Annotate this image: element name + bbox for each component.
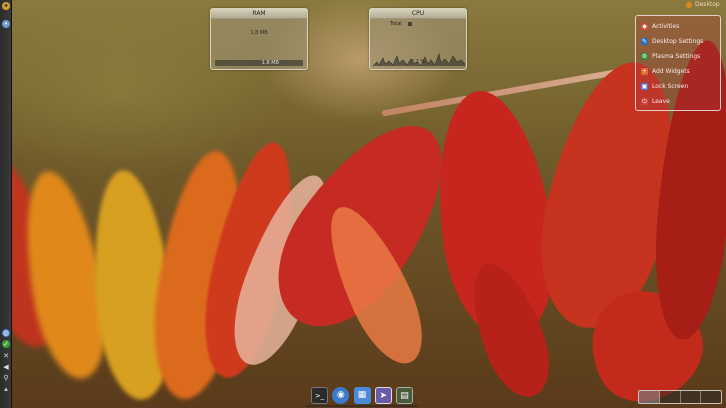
cpu-value: 8.1 %: [410, 59, 426, 65]
menu-item-leave[interactable]: ⏻ Leave: [636, 94, 720, 109]
ram-value: 1.8 MB: [250, 30, 268, 36]
pager-desktop-1[interactable]: [639, 391, 660, 403]
tools-icon[interactable]: ✕: [2, 352, 10, 360]
pager-desktop-3[interactable]: [681, 391, 702, 403]
menu-item-label: Lock Screen: [652, 83, 689, 90]
menu-item-activities[interactable]: ◆ Activities: [636, 19, 720, 34]
dock: >_ ◉ ▦ ➤ ▤: [306, 383, 418, 407]
desktop-label-text: Desktop: [695, 1, 720, 8]
activity-icon[interactable]: •: [2, 20, 10, 28]
menu-item-label: Add Widgets: [652, 68, 690, 75]
menu-item-label: Leave: [652, 98, 670, 105]
add-widgets-icon: +: [641, 68, 648, 75]
cpu-widget-title: CPU: [370, 9, 466, 19]
browser-icon[interactable]: ◉: [332, 386, 350, 404]
cpu-total-label: Total: [390, 21, 402, 27]
ram-bar: 1.8 MB: [215, 60, 303, 66]
system-monitor-icon[interactable]: ▤: [396, 386, 413, 404]
desktop-menu-widget: ◆ Activities ✎ Desktop Settings ⚙ Plasma…: [635, 15, 721, 111]
kde-menu-icon[interactable]: ✦: [2, 2, 10, 10]
terminal-icon[interactable]: >_: [311, 386, 328, 404]
desktop-toolbox-icon: [686, 1, 692, 8]
menu-item-label: Desktop Settings: [652, 38, 704, 45]
desktop-settings-icon: ✎: [641, 38, 648, 45]
menu-item-desktop-settings[interactable]: ✎ Desktop Settings: [636, 34, 720, 49]
cpu-total-row: Total: [370, 19, 466, 29]
menu-item-plasma-settings[interactable]: ⚙ Plasma Settings: [636, 49, 720, 64]
volume-icon[interactable]: ◀: [2, 363, 10, 371]
left-panel: ✦ • ◍ ✓ ✕ ◀ ⚲ ▴: [0, 0, 12, 408]
menu-item-add-widgets[interactable]: + Add Widgets: [636, 64, 720, 79]
file-manager-icon[interactable]: ▦: [353, 386, 371, 404]
power-icon[interactable]: ▴: [2, 385, 10, 393]
update-ok-icon[interactable]: ✓: [2, 340, 10, 348]
ram-bar-value: 1.8 MB: [261, 60, 279, 66]
activities-icon: ◆: [641, 23, 648, 30]
cpu-legend-swatch: [407, 22, 412, 26]
usb-icon[interactable]: ⚲: [2, 374, 10, 382]
menu-item-label: Activities: [652, 23, 680, 30]
dock-underline: [306, 405, 418, 407]
ram-widget-title: RAM: [211, 9, 307, 19]
virtual-desktop-pager: [638, 390, 722, 404]
pager-desktop-2[interactable]: [660, 391, 681, 403]
lock-icon: ▣: [641, 83, 648, 90]
menu-item-label: Plasma Settings: [652, 53, 701, 60]
leave-icon: ⏻: [641, 98, 648, 105]
desktop-wallpaper: [0, 0, 726, 408]
cursor-icon[interactable]: ➤: [374, 386, 392, 404]
ram-widget[interactable]: RAM 1.8 MB 1.8 MB: [210, 8, 308, 70]
plasma-settings-icon: ⚙: [641, 53, 648, 60]
cpu-widget[interactable]: CPU Total 8.1 %: [369, 8, 467, 70]
menu-item-lock-screen[interactable]: ▣ Lock Screen: [636, 79, 720, 94]
pager-desktop-4[interactable]: [701, 391, 721, 403]
network-icon[interactable]: ◍: [2, 329, 10, 337]
desktop-label[interactable]: Desktop: [686, 1, 720, 8]
